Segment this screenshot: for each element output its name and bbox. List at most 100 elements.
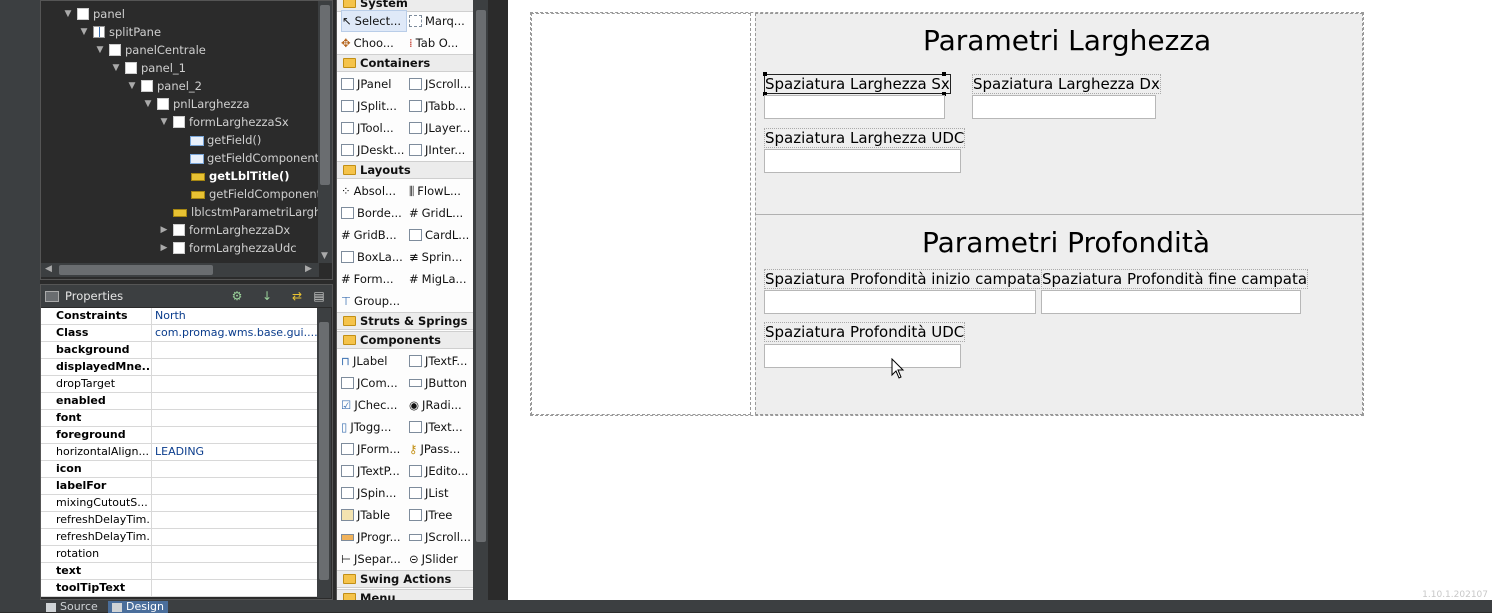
palette-item-jseparator[interactable]: ⊢ JSepar... bbox=[341, 548, 407, 570]
palette-item-jtextarea[interactable]: JText... bbox=[409, 416, 475, 438]
palette-item-absolute-layout[interactable]: ⁘ Absol... bbox=[341, 180, 407, 202]
properties-table[interactable]: Constraints North Class com.promag.wms.bas… bbox=[41, 308, 317, 597]
palette-item-jpanel[interactable]: JPanel bbox=[341, 73, 407, 95]
palette-item-choose[interactable]: ✥ Choo... bbox=[341, 32, 407, 54]
palette-item-jsplitpane[interactable]: JSplit... bbox=[341, 95, 407, 117]
palette-item-tab-order[interactable]: ⁞ Tab O... bbox=[409, 32, 475, 54]
palette-category-swing-actions[interactable]: Swing Actions bbox=[337, 570, 473, 588]
palette-item-marquee[interactable]: Marq... bbox=[409, 10, 475, 32]
larghezza-udc-label[interactable]: Spaziatura Larghezza UDC bbox=[764, 128, 966, 148]
palette-item-jspinner[interactable]: JSpin... bbox=[341, 482, 407, 504]
chevron-right-icon[interactable]: ▶ bbox=[159, 221, 169, 239]
chevron-right-icon[interactable]: ▶ bbox=[305, 264, 312, 274]
form-root-panel[interactable]: Parametri Larghezza Spaziatura Larghezza… bbox=[530, 12, 1364, 416]
palette-item-jtextpane[interactable]: JTextP... bbox=[341, 460, 407, 482]
profondita-inizio-input[interactable] bbox=[764, 290, 1036, 314]
tree-item-getfieldcomponent-2[interactable]: getFieldComponent bbox=[189, 185, 321, 203]
palette-item-jtextfield[interactable]: JTextF... bbox=[409, 350, 475, 372]
palette-item-jpasswordfield[interactable]: ⚷ JPass... bbox=[409, 438, 475, 460]
larghezza-sx-label[interactable]: Spaziatura Larghezza Sx bbox=[764, 74, 951, 94]
tab-design[interactable]: Design bbox=[108, 601, 168, 613]
property-row[interactable]: rotation bbox=[41, 546, 317, 563]
chevron-down-icon[interactable]: ▼ bbox=[127, 77, 137, 95]
palette-item-jlabel[interactable]: ⊓ JLabel bbox=[341, 350, 407, 372]
selection-handle[interactable] bbox=[763, 72, 767, 76]
palette-item-jslider[interactable]: ⊝ JSlider bbox=[409, 548, 475, 570]
tree-item-panel-2[interactable]: ▼ panel_2 bbox=[127, 77, 202, 95]
property-row[interactable]: Constraints North bbox=[41, 308, 317, 325]
tree-item-formlarghezzasx[interactable]: ▼ formLarghezzaSx bbox=[159, 113, 289, 131]
tree-item-panel[interactable]: ▼ panel bbox=[63, 5, 125, 23]
chevron-down-icon[interactable]: ▼ bbox=[63, 5, 73, 23]
palette-category-menu[interactable]: Menu bbox=[337, 589, 473, 600]
palette-scrollbar[interactable] bbox=[473, 0, 488, 600]
split-pane-left[interactable] bbox=[531, 13, 751, 415]
palette-item-jtree[interactable]: JTree bbox=[409, 504, 475, 526]
show-events-icon[interactable]: ⚙ bbox=[229, 289, 245, 303]
palette-item-boxlayout[interactable]: BoxLa... bbox=[341, 246, 407, 268]
palette-scroll-thumb[interactable] bbox=[476, 10, 486, 542]
component-tree[interactable]: ▼ panel ▼ splitPane ▼ panelCentrale ▼ pa… bbox=[40, 0, 333, 280]
palette-item-jdesktoppane[interactable]: JDeskt... bbox=[341, 139, 407, 161]
property-row[interactable]: labelFor bbox=[41, 478, 317, 495]
property-row[interactable]: Class com.promag.wms.base.gui.... bbox=[41, 325, 317, 342]
palette-item-jscrollpane[interactable]: JScroll... bbox=[409, 73, 475, 95]
palette-item-grouplayout[interactable]: ⊤ Group... bbox=[341, 290, 407, 312]
property-row[interactable]: enabled bbox=[41, 393, 317, 410]
tree-vertical-scrollbar[interactable]: ▼ bbox=[318, 1, 332, 263]
palette-item-jradiobutton[interactable]: ◉ JRadi... bbox=[409, 394, 475, 416]
larghezza-section-title[interactable]: Parametri Larghezza bbox=[923, 24, 1211, 57]
tree-item-getlbltitle[interactable]: getLblTitle() bbox=[189, 167, 290, 185]
tree-item-formlarghezzadx[interactable]: ▶ formLarghezzaDx bbox=[159, 221, 291, 239]
palette-item-jcombobox[interactable]: JCom... bbox=[341, 372, 407, 394]
palette-item-jscrollbar[interactable]: JScroll... bbox=[409, 526, 475, 548]
design-canvas[interactable]: Parametri Larghezza Spaziatura Larghezza… bbox=[508, 0, 1492, 600]
tab-source[interactable]: Source bbox=[42, 601, 102, 613]
palette-item-jprogressbar[interactable]: JProgr... bbox=[341, 526, 407, 548]
palette-item-gridbaglayout[interactable]: # GridB... bbox=[341, 224, 407, 246]
palette-item-borderlayout[interactable]: Borde... bbox=[341, 202, 407, 224]
palette-item-jtable[interactable]: JTable bbox=[341, 504, 407, 526]
profondita-inizio-label[interactable]: Spaziatura Profondità inizio campata bbox=[764, 269, 1042, 289]
palette-item-gridlayout[interactable]: # GridL... bbox=[409, 202, 475, 224]
palette-item-jtogglebutton[interactable]: ▯ JTogg... bbox=[341, 416, 407, 438]
palette-item-flowlayout[interactable]: ⫼ FlowL... bbox=[409, 180, 475, 202]
tree-horizontal-scrollbar[interactable]: ◀ ▶ bbox=[41, 263, 319, 277]
tree-horizontal-scroll-thumb[interactable] bbox=[59, 265, 213, 275]
palette-category-containers[interactable]: Containers bbox=[337, 54, 473, 72]
convert-local-icon[interactable]: ⇄ bbox=[289, 289, 305, 303]
chevron-down-icon[interactable]: ▼ bbox=[95, 41, 105, 59]
tree-item-formlarghezzaudc[interactable]: ▶ formLarghezzaUdc bbox=[159, 239, 297, 257]
property-row[interactable]: horizontalAlign... LEADING bbox=[41, 444, 317, 461]
palette-item-jformattedtextfield[interactable]: JForm... bbox=[341, 438, 407, 460]
property-row[interactable]: foreground bbox=[41, 427, 317, 444]
tree-item-splitpane[interactable]: ▼ splitPane bbox=[79, 23, 162, 41]
tree-item-lblcstmparametri[interactable]: lblcstmParametriLarghe bbox=[171, 203, 328, 221]
chevron-down-icon[interactable]: ▼ bbox=[111, 59, 121, 77]
larghezza-sx-input[interactable] bbox=[764, 95, 945, 119]
property-row[interactable]: icon bbox=[41, 461, 317, 478]
tree-item-panel-1[interactable]: ▼ panel_1 bbox=[111, 59, 186, 77]
profondita-udc-label[interactable]: Spaziatura Profondità UDC bbox=[764, 322, 966, 342]
palette-item-miglayout[interactable]: # MigLa... bbox=[409, 268, 475, 290]
palette-item-jlist[interactable]: JList bbox=[409, 482, 475, 504]
profondita-fine-input[interactable] bbox=[1041, 290, 1301, 314]
property-row[interactable]: text bbox=[41, 563, 317, 580]
palette-item-selection[interactable]: ↖ Select... bbox=[341, 10, 407, 32]
chevron-right-icon[interactable]: ▶ bbox=[159, 239, 169, 257]
palette-item-cardlayout[interactable]: CardL... bbox=[409, 224, 475, 246]
profondita-udc-input[interactable] bbox=[764, 344, 961, 368]
palette-item-formlayout[interactable]: # Form... bbox=[341, 268, 407, 290]
chevron-down-icon[interactable]: ▼ bbox=[159, 113, 169, 131]
tree-item-getfieldcomponent[interactable]: getFieldComponent bbox=[189, 149, 319, 167]
properties-vertical-scrollbar[interactable] bbox=[317, 308, 331, 598]
tree-item-panelcentrale[interactable]: ▼ panelCentrale bbox=[95, 41, 206, 59]
property-row[interactable]: dropTarget bbox=[41, 376, 317, 393]
palette-item-jeditorpane[interactable]: JEdito... bbox=[409, 460, 475, 482]
palette-category-layouts[interactable]: Layouts bbox=[337, 161, 473, 179]
palette-category-components[interactable]: Components bbox=[337, 331, 473, 349]
property-row[interactable]: toolTipText bbox=[41, 580, 317, 597]
panel-centrale[interactable]: Parametri Larghezza Spaziatura Larghezza… bbox=[755, 13, 1363, 415]
larghezza-dx-label[interactable]: Spaziatura Larghezza Dx bbox=[972, 74, 1161, 94]
selection-handle[interactable] bbox=[942, 72, 946, 76]
